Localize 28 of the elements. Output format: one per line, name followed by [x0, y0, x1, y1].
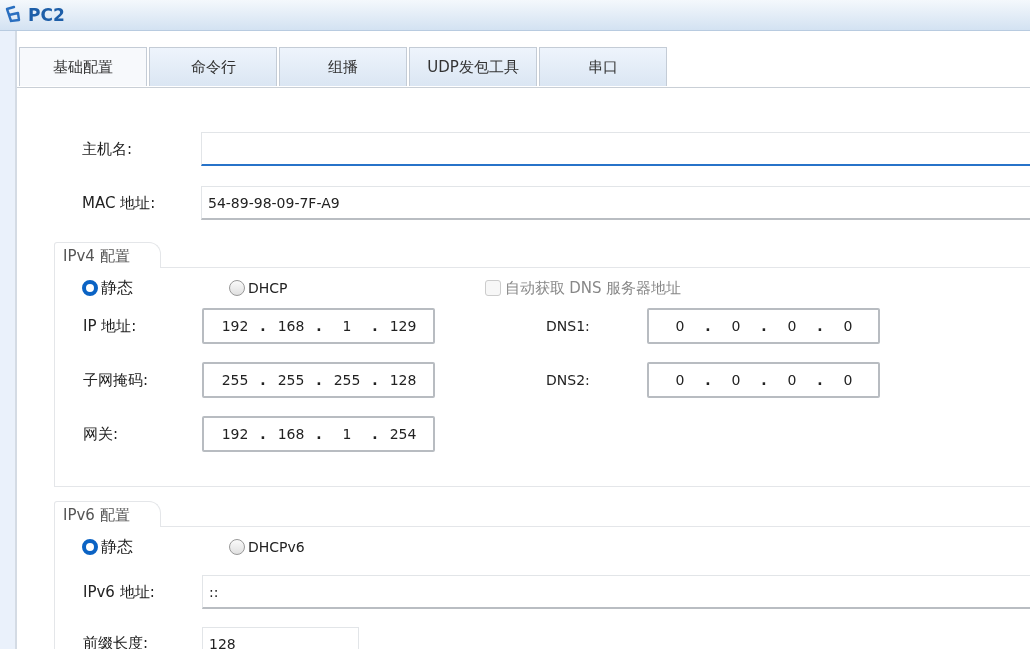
tab[interactable]: 命令行	[149, 47, 277, 86]
radio-option[interactable]: DHCPv6	[229, 539, 305, 555]
radio-option[interactable]: 静态	[82, 277, 229, 299]
tab[interactable]: 组播	[279, 47, 407, 86]
ip-address-field[interactable]: 0 . 0 . 0 . 0	[647, 308, 880, 344]
field-label: 主机名:	[81, 139, 134, 159]
field-label: IP 地址:	[82, 316, 138, 336]
tab[interactable]: 串口	[539, 47, 667, 86]
ip-address-field[interactable]: 192 . 168 . 1 . 129	[202, 308, 435, 344]
hostname-input[interactable]	[201, 132, 1030, 166]
radio-option[interactable]: DHCP	[229, 280, 288, 296]
field-label: 子网掩码:	[82, 370, 150, 390]
field-label: MAC 地址:	[81, 193, 157, 213]
field-label: DNS1:	[545, 318, 591, 334]
tab[interactable]: UDP发包工具	[409, 47, 537, 86]
ip-address-field[interactable]: 0 . 0 . 0 . 0	[647, 362, 880, 398]
ip-address-field[interactable]: 192 . 168 . 1 . 254	[202, 416, 435, 452]
tab[interactable]: 基础配置	[19, 47, 147, 86]
field-label: 前缀长度:	[82, 633, 150, 649]
radio-option[interactable]: 静态	[82, 536, 229, 558]
prefix-length-input[interactable]: 128	[202, 627, 359, 649]
field-label: DNS2:	[545, 372, 591, 388]
field-label: 网关:	[82, 424, 120, 444]
field-label: IPv6 地址:	[82, 582, 156, 602]
window-title: PC2	[28, 5, 65, 25]
ip-address-field[interactable]: 255 . 255 . 255 . 128	[202, 362, 435, 398]
mac-address-input[interactable]: 54-89-98-09-7F-A9	[201, 186, 1030, 220]
ipv6-address-input[interactable]: ::	[202, 575, 1030, 609]
